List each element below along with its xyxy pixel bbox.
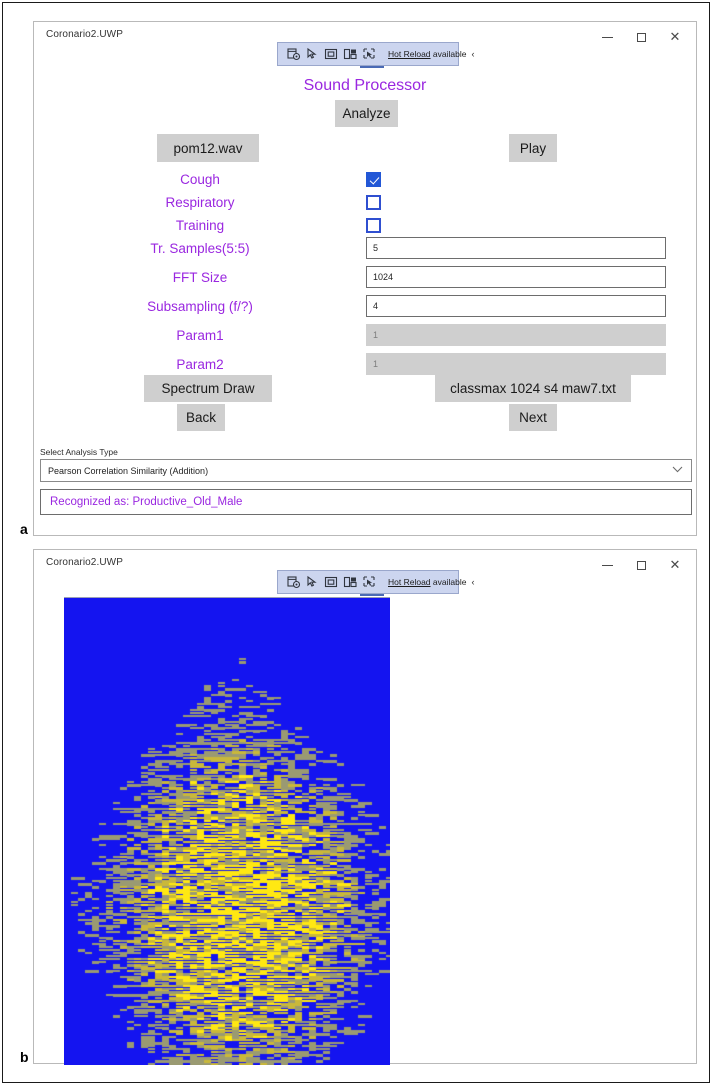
- close-button-b[interactable]: ✕: [658, 553, 692, 577]
- pointer-select-icon[interactable]: [304, 574, 321, 590]
- analysis-type-caption: Select Analysis Type: [40, 447, 118, 457]
- hot-reload-available-text: available: [430, 49, 467, 59]
- minimize-icon: [601, 36, 613, 38]
- next-button[interactable]: Next: [509, 404, 557, 431]
- minimize-button-b[interactable]: [590, 553, 624, 577]
- toolbar-active-underline: [360, 66, 384, 68]
- app-window-b: Coronario2.UWP ✕ Hot Reload available ‹: [33, 549, 697, 1065]
- spectrogram-canvas: [64, 598, 390, 1065]
- label-training: Training: [175, 218, 225, 233]
- label-cough: Cough: [180, 172, 220, 187]
- hot-reload-label[interactable]: Hot Reload available: [388, 577, 466, 587]
- checkbox-cough[interactable]: [366, 172, 381, 187]
- live-visual-tree-icon[interactable]: [342, 46, 359, 62]
- checkbox-respiratory[interactable]: [366, 195, 381, 210]
- hot-reload-toolbar-a[interactable]: Hot Reload available ‹: [277, 42, 474, 68]
- checkbox-training[interactable]: [366, 218, 381, 233]
- live-visual-tree-icon[interactable]: [342, 574, 359, 590]
- maximize-icon: [636, 560, 646, 570]
- panel-label-b: b: [20, 1049, 29, 1065]
- input-tr-samples[interactable]: 5: [366, 237, 666, 259]
- input-param2: 1: [366, 353, 666, 375]
- hot-reload-label[interactable]: Hot Reload available: [388, 49, 466, 59]
- minimize-button-a[interactable]: [590, 25, 624, 49]
- spectrogram-image: [64, 597, 390, 1065]
- panel-label-a: a: [20, 521, 28, 537]
- chevron-left-icon[interactable]: ‹: [471, 577, 474, 587]
- label-param2: Param2: [176, 357, 224, 372]
- hot-reload-link[interactable]: Hot Reload: [388, 577, 431, 587]
- maximize-button-a[interactable]: [624, 25, 658, 49]
- hot-reload-available-text: available: [430, 577, 467, 587]
- hot-reload-settings-icon[interactable]: [285, 46, 302, 62]
- label-param1: Param1: [176, 328, 224, 343]
- track-focus-icon[interactable]: [361, 574, 378, 590]
- toolbar-active-underline: [360, 594, 384, 596]
- analyze-button[interactable]: Analyze: [335, 100, 398, 127]
- input-subsampling[interactable]: 4: [366, 295, 666, 317]
- window-controls-a: ✕: [590, 24, 692, 50]
- hot-reload-link[interactable]: Hot Reload: [388, 49, 431, 59]
- recognition-result-box: Recognized as: Productive_Old_Male: [40, 489, 692, 515]
- hot-reload-toolbar-b[interactable]: Hot Reload available ‹: [277, 570, 474, 596]
- close-button-a[interactable]: ✕: [658, 25, 692, 49]
- label-fft-size: FFT Size: [172, 270, 228, 285]
- minimize-icon: [601, 564, 613, 566]
- element-box-icon[interactable]: [323, 46, 340, 62]
- window-title-b: Coronario2.UWP: [46, 557, 123, 568]
- app-window-a: Coronario2.UWP ✕ Hot Reload available ‹ …: [33, 21, 697, 536]
- maximize-button-b[interactable]: [624, 553, 658, 577]
- maximize-icon: [636, 32, 646, 42]
- back-button[interactable]: Back: [177, 404, 225, 431]
- close-icon: ✕: [669, 557, 681, 573]
- analysis-type-select[interactable]: Pearson Correlation Similarity (Addition…: [40, 459, 692, 482]
- spectrum-draw-button[interactable]: Spectrum Draw: [144, 375, 272, 402]
- close-icon: ✕: [669, 29, 681, 45]
- page-title: Sound Processor: [303, 77, 427, 94]
- window-title-a: Coronario2.UWP: [46, 29, 123, 40]
- analysis-type-value: Pearson Correlation Similarity (Addition…: [48, 465, 209, 476]
- figure-frame: Coronario2.UWP ✕ Hot Reload available ‹ …: [2, 2, 710, 1083]
- play-button[interactable]: Play: [509, 134, 557, 162]
- label-respiratory: Respiratory: [165, 195, 235, 210]
- label-tr-samples: Tr. Samples(5:5): [150, 241, 250, 256]
- element-box-icon[interactable]: [323, 574, 340, 590]
- recognition-result-text: Recognized as: Productive_Old_Male: [50, 496, 243, 508]
- window-controls-b: ✕: [590, 552, 692, 578]
- input-fft-size[interactable]: 1024: [366, 266, 666, 288]
- input-param1: 1: [366, 324, 666, 346]
- pointer-select-icon[interactable]: [304, 46, 321, 62]
- track-focus-icon[interactable]: [361, 46, 378, 62]
- filename-button[interactable]: pom12.wav: [157, 134, 259, 162]
- classfile-button[interactable]: classmax 1024 s4 maw7.txt: [435, 375, 631, 402]
- chevron-down-icon[interactable]: [672, 466, 683, 476]
- hot-reload-settings-icon[interactable]: [285, 574, 302, 590]
- chevron-left-icon[interactable]: ‹: [471, 49, 474, 59]
- label-subsampling: Subsampling (f/?): [147, 299, 253, 314]
